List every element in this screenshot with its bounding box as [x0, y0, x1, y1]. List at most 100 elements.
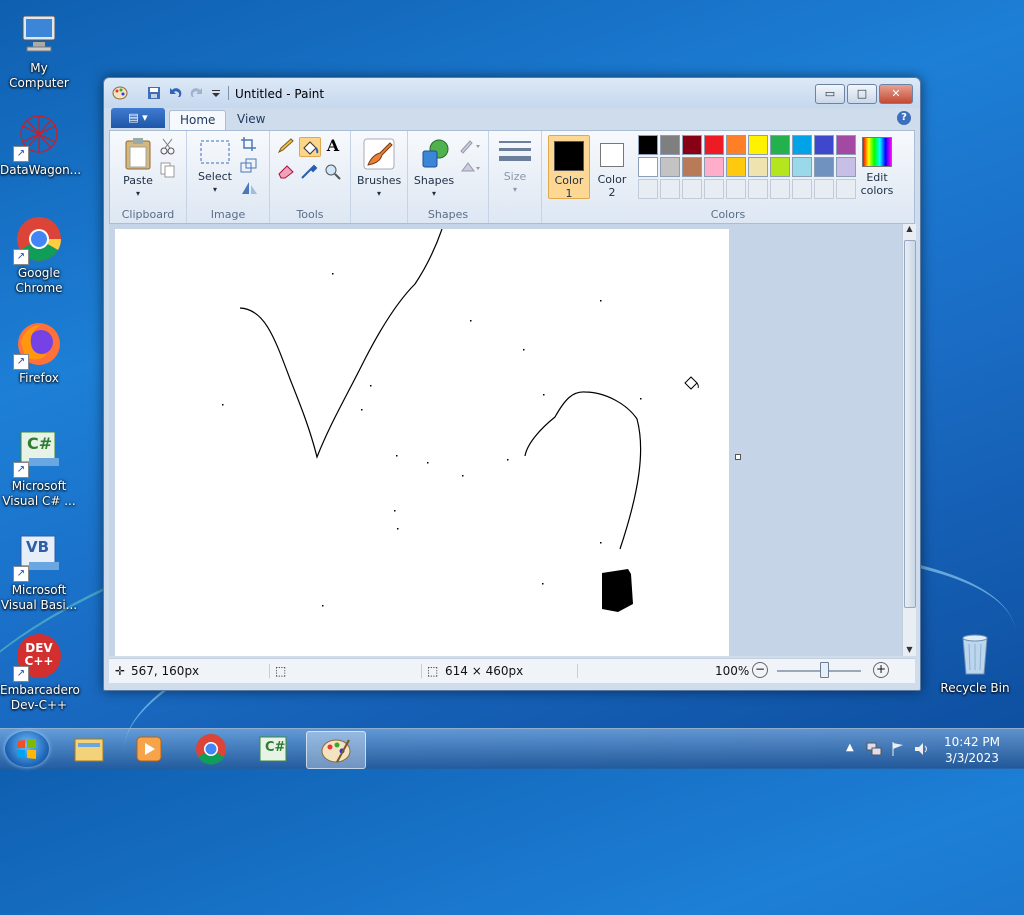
- tools-group: A Tools: [270, 131, 351, 223]
- tab-view[interactable]: View: [227, 110, 275, 130]
- save-icon[interactable]: [147, 86, 161, 100]
- palette-swatch[interactable]: [748, 157, 768, 177]
- zoom-out-button[interactable]: −: [752, 662, 768, 678]
- desktop-icon-visual-basic[interactable]: VB ↗ Microsoft Visual Basi...: [0, 532, 78, 613]
- magnifier-icon[interactable]: [323, 162, 343, 180]
- paint-app-icon[interactable]: [112, 86, 128, 100]
- palette-swatch[interactable]: [704, 157, 724, 177]
- status-divider: [269, 664, 270, 678]
- palette-swatch[interactable]: [792, 157, 812, 177]
- palette-swatch-empty[interactable]: [770, 179, 790, 199]
- show-hidden-icons-icon[interactable]: ▲: [846, 742, 854, 753]
- start-button[interactable]: [5, 731, 49, 767]
- network-icon[interactable]: [866, 741, 882, 760]
- palette-swatch-empty[interactable]: [682, 179, 702, 199]
- taskbar-explorer[interactable]: [60, 731, 118, 767]
- taskbar-visual-csharp[interactable]: C#: [244, 731, 302, 767]
- palette-swatch[interactable]: [638, 157, 658, 177]
- taskbar-chrome[interactable]: [182, 731, 240, 767]
- redo-icon[interactable]: [190, 86, 204, 100]
- palette-swatch[interactable]: [660, 135, 680, 155]
- text-tool-icon[interactable]: A: [323, 137, 343, 155]
- resize-icon[interactable]: [239, 157, 259, 175]
- palette-swatch-empty[interactable]: [792, 179, 812, 199]
- outline-icon[interactable]: [458, 137, 480, 155]
- image-size: 614 × 460px: [445, 664, 524, 678]
- palette-swatch-empty[interactable]: [660, 179, 680, 199]
- fill-icon[interactable]: [299, 137, 321, 157]
- size-button[interactable]: Size ▾: [495, 137, 535, 196]
- undo-icon[interactable]: [168, 86, 182, 100]
- action-center-flag-icon[interactable]: [890, 741, 906, 760]
- palette-swatch-empty[interactable]: [638, 179, 658, 199]
- pencil-icon[interactable]: [276, 137, 296, 155]
- palette-swatch[interactable]: [726, 157, 746, 177]
- canvas-workarea[interactable]: [109, 224, 902, 656]
- palette-swatch-empty[interactable]: [836, 179, 856, 199]
- crop-icon[interactable]: [239, 135, 259, 153]
- desktop-icon-chrome[interactable]: ↗ Google Chrome: [0, 215, 78, 296]
- scroll-up-icon[interactable]: ▲: [903, 224, 916, 233]
- canvas-resize-handle[interactable]: [735, 454, 741, 460]
- maximize-button[interactable]: □: [847, 84, 877, 104]
- customize-qat-icon[interactable]: [210, 86, 224, 100]
- paint-menu-button[interactable]: ▤ ▾: [111, 108, 165, 128]
- palette-swatch-empty[interactable]: [814, 179, 834, 199]
- vertical-scrollbar[interactable]: ▲ ▼: [902, 224, 916, 656]
- palette-swatch[interactable]: [682, 157, 702, 177]
- palette-swatch[interactable]: [814, 135, 834, 155]
- palette-swatch[interactable]: [814, 157, 834, 177]
- palette-swatch[interactable]: [770, 135, 790, 155]
- scrollbar-thumb[interactable]: [904, 240, 916, 608]
- palette-swatch[interactable]: [836, 157, 856, 177]
- paste-button[interactable]: Paste ▾: [118, 137, 158, 200]
- eraser-icon[interactable]: [276, 162, 296, 180]
- palette-swatch-empty[interactable]: [704, 179, 724, 199]
- edit-colors-button[interactable]: Edit colors: [854, 135, 900, 197]
- taskbar-paint[interactable]: [306, 731, 366, 769]
- desktop-icon-datawagon[interactable]: ↗ DataWagon...: [0, 112, 81, 178]
- brushes-button[interactable]: Brushes ▾: [357, 137, 401, 200]
- color1-button[interactable]: Color 1: [548, 135, 590, 200]
- status-bar: ✛ 567, 160px ⬚ ⬚ 614 × 460px 100% − +: [109, 658, 915, 683]
- palette-swatch-empty[interactable]: [748, 179, 768, 199]
- cut-icon[interactable]: [158, 137, 178, 155]
- select-button[interactable]: Select ▾: [195, 137, 235, 196]
- close-button[interactable]: ✕: [879, 84, 913, 104]
- desktop-icon-recycle-bin[interactable]: Recycle Bin: [936, 630, 1014, 696]
- desktop-icon-visual-csharp[interactable]: C# ↗ Microsoft Visual C# ...: [0, 428, 78, 509]
- palette-swatch[interactable]: [726, 135, 746, 155]
- taskbar-media-player[interactable]: [120, 731, 178, 767]
- shapes-button[interactable]: Shapes ▾: [412, 137, 456, 200]
- color2-button[interactable]: Color 2: [592, 135, 632, 199]
- color-picker-icon[interactable]: [299, 162, 319, 180]
- copy-icon[interactable]: [158, 161, 178, 179]
- palette-swatch[interactable]: [792, 135, 812, 155]
- palette-swatch[interactable]: [704, 135, 724, 155]
- minimize-button[interactable]: ▭: [815, 84, 845, 104]
- palette-swatch-empty[interactable]: [726, 179, 746, 199]
- drawing-canvas[interactable]: [115, 228, 729, 656]
- palette-swatch[interactable]: [770, 157, 790, 177]
- zoom-slider[interactable]: [777, 670, 861, 672]
- help-icon[interactable]: ?: [897, 111, 911, 125]
- tab-home[interactable]: Home: [169, 110, 227, 131]
- system-clock[interactable]: 10:42 PM 3/3/2023: [944, 734, 1000, 766]
- volume-icon[interactable]: [913, 741, 931, 760]
- palette-swatch[interactable]: [836, 135, 856, 155]
- palette-swatch[interactable]: [660, 157, 680, 177]
- palette-swatch[interactable]: [682, 135, 702, 155]
- rotate-icon[interactable]: [239, 179, 259, 197]
- zoom-in-button[interactable]: +: [873, 662, 889, 678]
- desktop-icon-firefox[interactable]: ↗ Firefox: [0, 320, 78, 386]
- scroll-down-icon[interactable]: ▼: [903, 645, 916, 654]
- recycle-bin-icon: [951, 630, 999, 678]
- color2-swatch: [600, 143, 624, 167]
- desktop-icon-my-computer[interactable]: My Computer: [0, 10, 78, 91]
- desktop-icon-devcpp[interactable]: DEV C++ ↗ Embarcadero Dev-C++: [0, 632, 80, 713]
- palette-swatch[interactable]: [638, 135, 658, 155]
- palette-swatch[interactable]: [748, 135, 768, 155]
- title-bar[interactable]: Untitled - Paint ▭ □ ✕: [104, 78, 920, 108]
- fill-shape-icon[interactable]: [458, 159, 480, 177]
- zoom-slider-thumb[interactable]: [820, 662, 829, 678]
